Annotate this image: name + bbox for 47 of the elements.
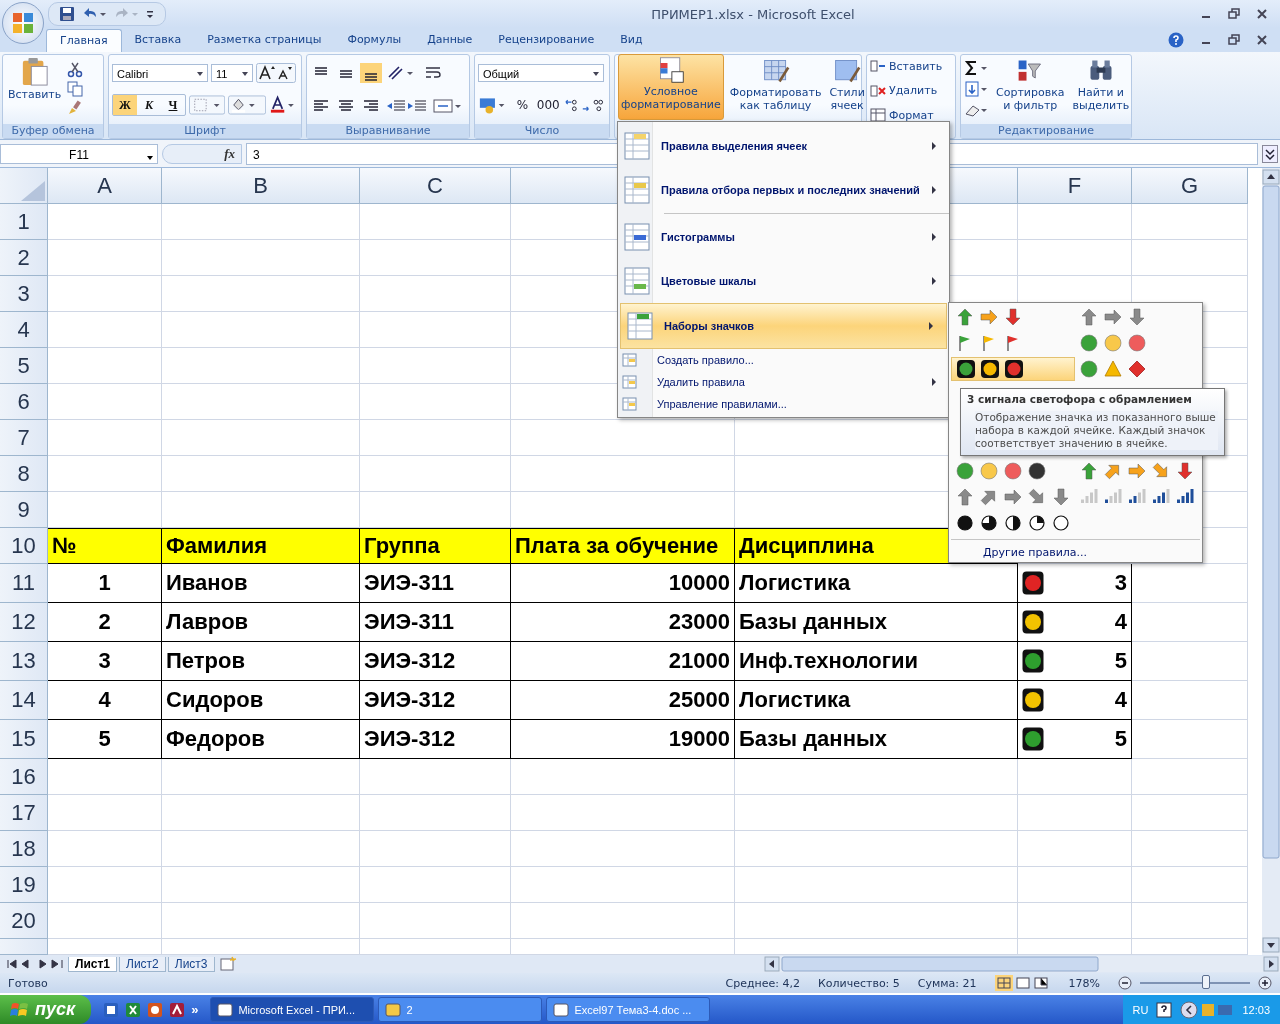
table-cell: Лавров <box>162 603 360 642</box>
table-cell: 2 <box>48 603 162 642</box>
group-label: Число <box>475 124 609 138</box>
status-text: Готово <box>8 976 48 990</box>
table-cell: Логистика <box>735 681 1018 720</box>
group-label: Выравнивание <box>307 124 469 138</box>
table-cell: Логистика <box>735 564 1018 603</box>
table-cell: Федоров <box>162 720 360 759</box>
table-cell: Сидоров <box>162 681 360 720</box>
group-label: Редактирование <box>961 124 1131 138</box>
score-value: 4 <box>1114 609 1127 635</box>
table-header-cell: Фамилия <box>162 528 360 564</box>
table-cell: 5 <box>48 720 162 759</box>
table-cell: ЭИЭ-312 <box>360 642 511 681</box>
table-cell: Петров <box>162 642 360 681</box>
clock: 12:03 <box>1242 1003 1270 1016</box>
sum-text: Сумма: 21 <box>917 976 977 990</box>
table-cell: 23000 <box>511 603 735 642</box>
table-header-cell: Группа <box>360 528 511 564</box>
average-text: Среднее: 4,2 <box>725 976 800 990</box>
group-label: Буфер обмена <box>3 124 103 138</box>
table-cell: Базы данных <box>735 603 1018 642</box>
table-cell: 4 <box>48 681 162 720</box>
tooltip-title: 3 сигнала светофора с обрамлением <box>967 393 1193 405</box>
window-title: ПРИМЕР1.xlsx - Microsoft Excel <box>650 6 856 22</box>
table-cell: 19000 <box>511 720 735 759</box>
count-text: Количество: 5 <box>817 976 900 990</box>
table-cell: Инф.технологии <box>735 642 1018 681</box>
table-cell: 3 <box>48 642 162 681</box>
tooltip-text: Отображение значка из показанного выше набора в каждой ячейке. Каждый значок соответствует значению в ячейке. <box>975 411 1218 450</box>
table-cell: Иванов <box>162 564 360 603</box>
table-cell: 10000 <box>511 564 735 603</box>
score-value: 3 <box>1114 570 1127 596</box>
table-cell: ЭИЭ-312 <box>360 720 511 759</box>
table-cell: 25000 <box>511 681 735 720</box>
score-value: 5 <box>1114 726 1127 752</box>
table-cell: ЭИЭ-311 <box>360 564 511 603</box>
table-header-cell: № <box>48 528 162 564</box>
table-cell: 1 <box>48 564 162 603</box>
score-value: 4 <box>1114 687 1127 713</box>
table-cell: Базы данных <box>735 720 1018 759</box>
table-cell: ЭИЭ-312 <box>360 681 511 720</box>
score-value: 5 <box>1114 648 1127 674</box>
table-cell: ЭИЭ-311 <box>360 603 511 642</box>
table-cell: 21000 <box>511 642 735 681</box>
group-label: Шрифт <box>109 124 301 138</box>
table-header-cell: Плата за обучение <box>511 528 735 564</box>
